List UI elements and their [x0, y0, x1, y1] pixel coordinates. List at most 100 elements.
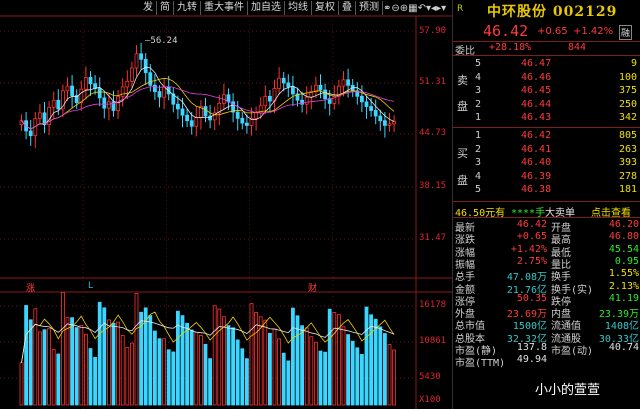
price-tick: 38.15 — [419, 181, 447, 191]
volume-bar — [221, 316, 226, 406]
volume-bar — [61, 291, 65, 406]
stat-row: 涨停 50.35 跌停 41.19 — [455, 292, 639, 308]
volume-bar — [369, 314, 374, 406]
buy-level: 5 — [475, 184, 482, 195]
candle-body — [364, 101, 369, 107]
volume-bar — [116, 321, 120, 406]
sell-level-row[interactable]: 1 46.43 342 — [453, 112, 640, 125]
margin-tag: 融 — [619, 25, 633, 40]
volume-bar — [235, 339, 240, 406]
buy-level-row[interactable]: 1 46.42 805 — [453, 130, 640, 143]
volume-bar — [373, 318, 378, 406]
candle-body — [70, 85, 74, 96]
volume-bar — [286, 360, 291, 406]
sell-level-row[interactable]: 5 46.47 9 — [453, 58, 640, 71]
candle-body — [369, 106, 374, 111]
price-change: +0.65 — [537, 26, 568, 37]
volume-bar — [33, 308, 38, 406]
volume-bar — [226, 325, 231, 406]
volume-bar — [249, 303, 254, 406]
volume-bar — [194, 331, 199, 406]
volume-bar — [79, 325, 84, 406]
volume-bar — [125, 347, 130, 406]
sell-side-label: 卖 — [457, 74, 468, 87]
candle-body — [65, 85, 70, 92]
buy-price: 46.40 — [521, 157, 552, 168]
candle-body — [304, 96, 309, 105]
candle-body — [129, 67, 134, 82]
buy-level-row[interactable]: 4 46.39 278 — [453, 171, 640, 184]
candle-body — [323, 89, 328, 100]
buy-price: 46.39 — [521, 170, 552, 182]
candle-body — [194, 117, 199, 127]
volume-bar — [327, 308, 332, 406]
volume-bars — [19, 291, 397, 406]
price-tick: 51.31 — [419, 77, 447, 87]
volume-bar — [258, 316, 263, 406]
buy-level-row[interactable]: 5 46.38 181 — [453, 184, 640, 197]
volume-bar — [304, 327, 309, 406]
sell-volume: 9 — [630, 58, 637, 69]
volume-bar — [198, 335, 203, 406]
price-summary: 46.42 +0.65 +1.42% 融 — [453, 22, 640, 40]
candle-body — [341, 79, 346, 87]
sell-level-row[interactable]: 4 46.46 100 — [453, 72, 640, 85]
event-marker-zhang[interactable]: 涨 — [26, 281, 35, 294]
volume-bar — [267, 332, 272, 406]
stat-row: 市盈(TTM) 49.94 — [455, 354, 547, 370]
volume-bar — [290, 307, 295, 406]
volume-bar — [97, 301, 102, 406]
volume-unit: X100 — [419, 395, 441, 405]
high-price-marker: —56.24 — [145, 36, 178, 46]
buy-volume: 263 — [618, 143, 637, 155]
volume-bar — [148, 315, 153, 406]
buy-level-row[interactable]: 3 46.40 393 — [453, 157, 640, 170]
buy-volume: 805 — [618, 130, 637, 141]
volume-bar — [277, 338, 282, 406]
kline-chart[interactable] — [0, 0, 452, 409]
event-marker-cai[interactable]: 财 — [308, 281, 317, 294]
volume-bar — [47, 328, 51, 406]
sell-volume: 100 — [618, 71, 637, 83]
buy-level: 4 — [475, 170, 482, 182]
volume-bar — [387, 344, 392, 406]
stat-row: 总手 47.08万 换手 1.55% — [455, 268, 639, 284]
candle-body — [175, 103, 180, 110]
volume-bar — [28, 319, 33, 406]
candle-body — [254, 112, 259, 119]
volume-bar — [120, 334, 125, 406]
buy-volume: 181 — [618, 184, 637, 195]
sell-level-row[interactable]: 3 46.45 375 — [453, 85, 640, 98]
volume-bar — [129, 342, 134, 406]
candle-body — [267, 95, 272, 102]
candle-body — [290, 86, 295, 95]
candle-body — [139, 53, 144, 60]
buy-price: 46.41 — [521, 143, 552, 155]
candle-body — [152, 84, 157, 92]
volume-bar — [70, 317, 74, 406]
sell-level: 2 — [475, 98, 482, 110]
candle-body — [281, 77, 286, 84]
volume-bar — [152, 330, 157, 406]
event-marker-l[interactable]: L — [88, 281, 93, 291]
watermark-text: 小小的萱萱 — [535, 383, 601, 398]
sell-side-label: 盘 — [457, 100, 468, 113]
volume-bar — [341, 326, 346, 406]
buy-level-row[interactable]: 2 46.41 263 — [453, 144, 640, 157]
candle-body — [318, 84, 323, 91]
sell-level-row[interactable]: 2 46.44 250 — [453, 99, 640, 112]
candle-body — [102, 97, 107, 109]
candle-body — [38, 112, 42, 119]
candle-body — [359, 95, 364, 103]
candle-body — [373, 110, 378, 117]
volume-bar — [180, 315, 185, 406]
stat-row: 振幅 2.75% 量比 0.95 — [455, 255, 639, 271]
volume-bar — [281, 352, 286, 406]
volume-bar — [392, 349, 397, 406]
volume-bar — [42, 329, 47, 406]
volume-bar — [231, 327, 236, 406]
sell-price: 46.43 — [521, 112, 552, 123]
volume-bar — [107, 319, 111, 406]
volume-bar — [355, 347, 360, 406]
sell-price: 46.47 — [521, 58, 552, 69]
